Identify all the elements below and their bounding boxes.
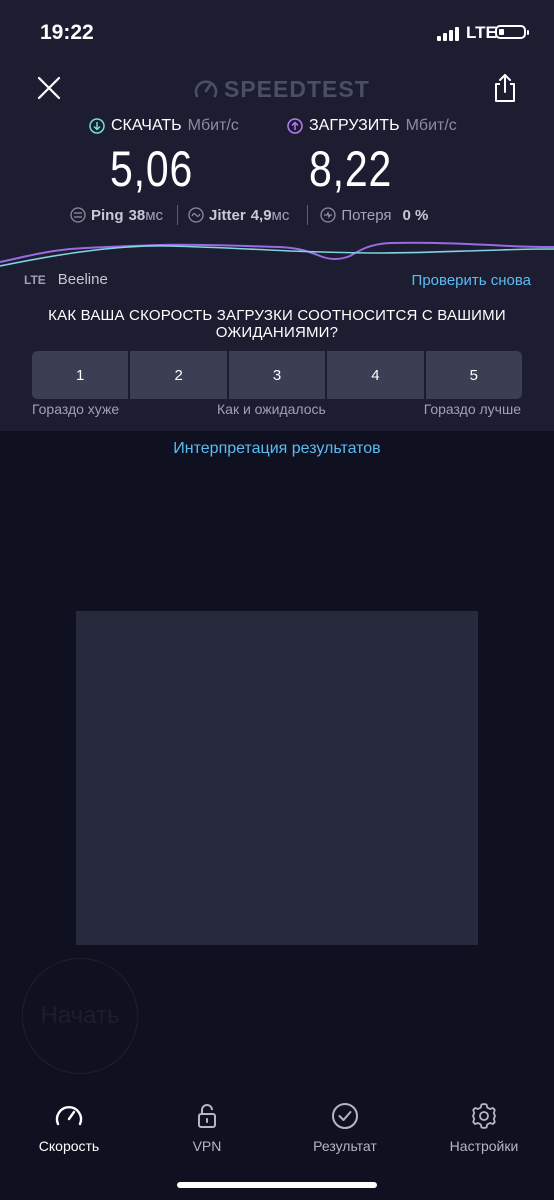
loss-unit: %	[415, 206, 429, 224]
isp-name: Beeline	[57, 271, 108, 288]
jitter-unit: мс	[271, 206, 290, 224]
download-header: СКАЧАТЬ Мбит/с	[89, 117, 239, 135]
rating-option-1[interactable]: 1	[32, 351, 129, 399]
gear-icon	[472, 1103, 496, 1129]
start-button[interactable]: Начать	[22, 958, 138, 1074]
ping-value: 38	[128, 206, 146, 224]
upload-arrow-icon	[287, 118, 303, 134]
start-button-label: Начать	[40, 1002, 120, 1029]
home-indicator	[177, 1182, 377, 1188]
download-arrow-icon	[89, 118, 105, 134]
rating-option-3[interactable]: 3	[228, 351, 326, 399]
interpret-results-link[interactable]: Интерпретация результатов	[0, 440, 554, 458]
test-again-link[interactable]: Проверить снова	[412, 272, 531, 289]
tab-speed[interactable]: Скорость	[9, 1090, 129, 1154]
tab-settings[interactable]: Настройки	[424, 1090, 544, 1154]
stats-divider	[177, 205, 178, 225]
scale-label-worse: Гораздо хуже	[32, 401, 120, 417]
connection-info: LTE Beeline	[24, 271, 108, 288]
upload-header: ЗАГРУЗИТЬ Мбит/с	[287, 117, 457, 135]
logo-text: SPEEDTEST	[224, 75, 370, 102]
download-value: 5,06	[110, 141, 194, 197]
ping-unit: мс	[145, 206, 163, 224]
ping-icon	[70, 207, 86, 223]
speedtest-logo: SPEEDTEST	[194, 74, 370, 104]
rating-option-4[interactable]: 4	[327, 351, 424, 399]
speed-graph	[0, 241, 554, 267]
unlock-icon	[198, 1104, 216, 1128]
signal-icon	[437, 27, 459, 41]
tab-settings-label: Настройки	[449, 1138, 519, 1154]
loss-label: Потеря	[341, 206, 392, 224]
tab-vpn[interactable]: VPN	[147, 1090, 267, 1154]
packet-loss-icon	[320, 207, 337, 223]
close-icon	[37, 76, 61, 100]
share-icon	[495, 74, 515, 102]
tab-results-label: Результат	[313, 1138, 377, 1154]
status-bar: 19:22 LTE	[0, 0, 554, 66]
ping-label: Ping	[91, 206, 124, 224]
speedometer-icon	[55, 1106, 83, 1126]
tab-results[interactable]: Результат	[285, 1090, 405, 1154]
jitter-stat: Jitter 4,9мс	[188, 207, 289, 224]
jitter-label: Jitter	[209, 206, 246, 224]
rating-option-2[interactable]: 2	[130, 351, 227, 399]
tab-vpn-label: VPN	[192, 1138, 222, 1154]
upload-label: ЗАГРУЗИТЬ	[309, 117, 400, 134]
scale-label-expected: Как и ожидалось	[217, 401, 326, 417]
download-unit: Мбит/с	[187, 117, 239, 134]
rating-segmented-control: 1 2 3 4 5	[32, 351, 522, 399]
loss-value: 0	[402, 206, 411, 224]
ad-placeholder	[76, 611, 478, 945]
stats-row: Ping 38мс Jitter 4,9мс Потеря 0 %	[70, 205, 428, 225]
upload-unit: Мбит/с	[405, 117, 457, 134]
stats-divider	[307, 205, 309, 225]
speedtest-logo-icon	[194, 80, 218, 98]
results-panel: 19:22 LTE SPEEDTEST СКАЧАТЬ Мбит/с 5,06 …	[0, 0, 554, 431]
scale-label-better: Гораздо лучше	[423, 401, 521, 417]
loss-stat: Потеря 0 %	[320, 207, 428, 224]
status-time: 19:22	[40, 21, 94, 44]
upload-value: 8,22	[309, 141, 393, 197]
ping-stat: Ping 38мс	[70, 207, 163, 224]
check-circle-icon	[332, 1103, 358, 1129]
connection-type: LTE	[24, 272, 46, 287]
rating-option-5[interactable]: 5	[425, 351, 522, 399]
network-type: LTE	[466, 23, 497, 42]
battery-icon	[495, 25, 529, 39]
close-button[interactable]	[35, 74, 63, 102]
share-button[interactable]	[491, 73, 519, 103]
jitter-value: 4,9	[250, 206, 272, 224]
jitter-icon	[188, 207, 204, 223]
download-label: СКАЧАТЬ	[111, 117, 182, 134]
tab-speed-label: Скорость	[38, 1138, 100, 1154]
survey-question: КАК ВАША СКОРОСТЬ ЗАГРУЗКИ СООТНОСИТСЯ С…	[48, 307, 506, 341]
